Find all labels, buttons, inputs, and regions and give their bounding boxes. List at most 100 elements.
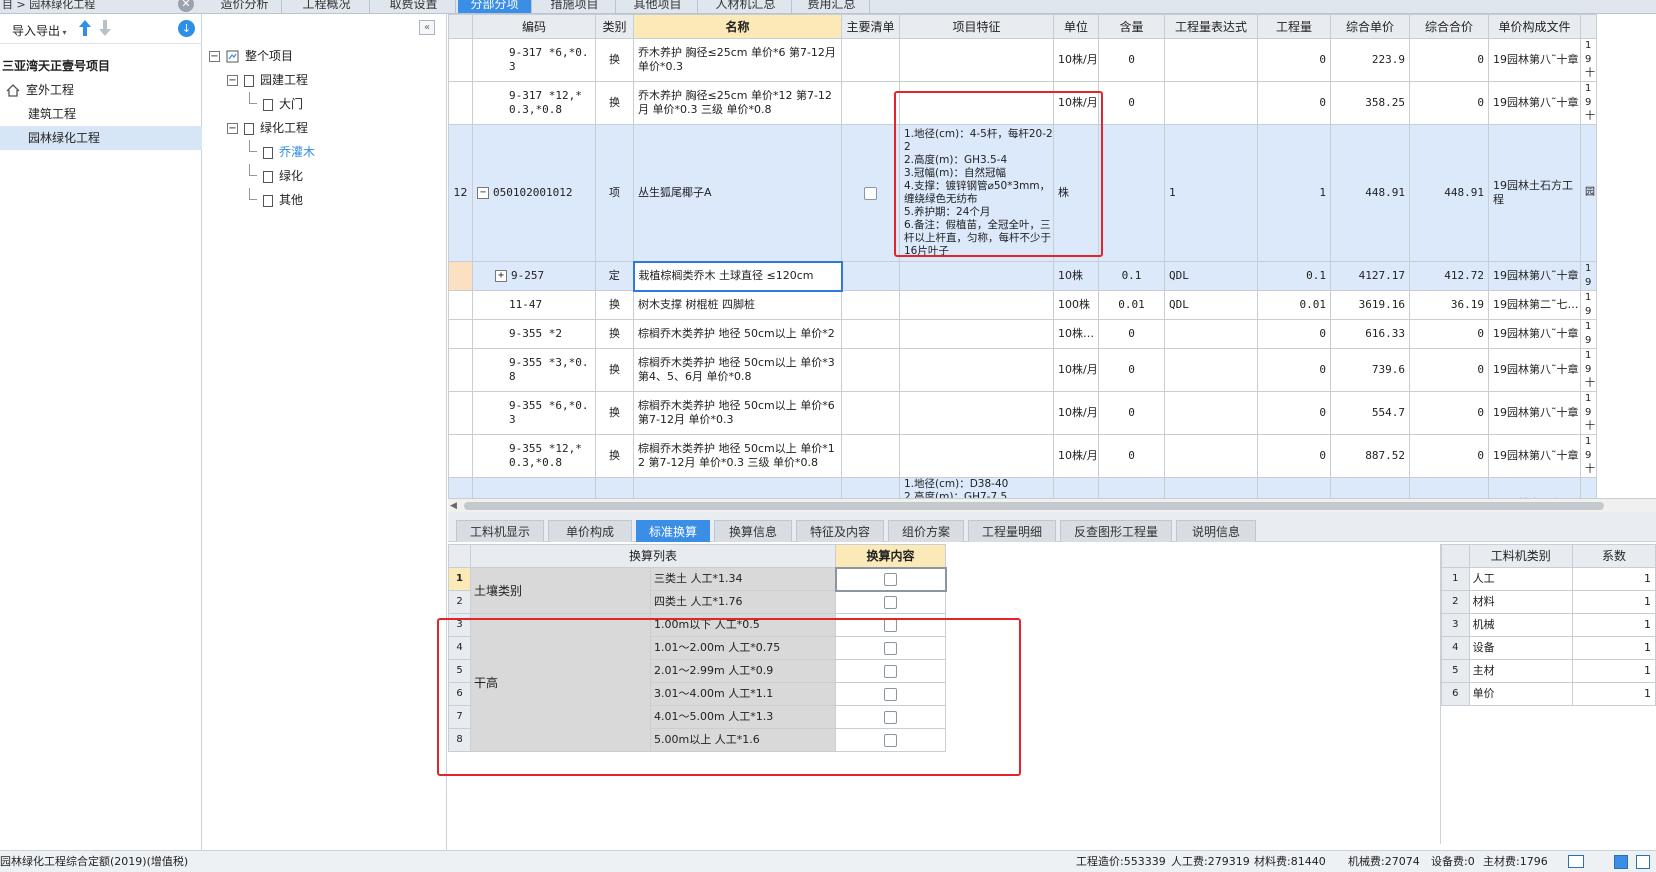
conversion-checkbox[interactable]	[884, 664, 897, 678]
download-icon[interactable]: ↓	[178, 20, 195, 37]
bottom-tab-3[interactable]: 换算信息	[714, 520, 792, 542]
content-cell[interactable]: 0.01	[1098, 290, 1165, 320]
price-file-cell[interactable]: 19园林第八˜十章	[1488, 38, 1581, 82]
bottom-tab-7[interactable]: 反查图形工程量	[1060, 520, 1172, 542]
table-row[interactable]: 9-355 *2 换棕榈乔木类养护 地径 50cm以上 单价*2 10株… 0 0 616…	[448, 319, 1597, 349]
conversion-checkbox[interactable]	[884, 687, 897, 701]
grid-header-13[interactable]	[1580, 14, 1597, 39]
main-list-cell[interactable]	[841, 124, 900, 262]
type-cell[interactable]: 项	[595, 124, 634, 262]
code-cell[interactable]: 9-355 *12,*0.3,*0.8	[472, 434, 596, 478]
feature-cell[interactable]: 1.地径(cm)：4-5杆，每杆20-22 2.高度(m)：GH3.5-4 3.…	[899, 124, 1054, 262]
window-icon[interactable]	[1614, 855, 1628, 869]
grid-header-2[interactable]: 类别	[595, 14, 634, 39]
import-export-menu[interactable]: 导入导出 ▾	[12, 22, 67, 39]
top-tab-6[interactable]: 人材机汇总	[700, 0, 792, 13]
feature-cell[interactable]	[899, 348, 1054, 392]
unit-cell[interactable]: 株	[1053, 124, 1099, 262]
feature-cell[interactable]	[899, 391, 1054, 435]
content-cell[interactable]	[1098, 477, 1165, 498]
coef-row[interactable]: 5 主材 1	[1441, 659, 1656, 683]
expression-cell[interactable]	[1164, 319, 1258, 349]
content-cell[interactable]: 0	[1098, 319, 1165, 349]
table-row[interactable]: 9-355 *6,*0.3 换棕榈乔木类养护 地径 50cm以上 单价*6 第7-…	[448, 391, 1597, 435]
coef-value-cell[interactable]: 1	[1571, 590, 1656, 614]
grid-header-11[interactable]: 综合合价	[1409, 14, 1489, 39]
coef-row[interactable]: 6 单价 1	[1441, 682, 1656, 706]
unit-cell[interactable]: 10株/月	[1053, 348, 1099, 392]
coef-value-cell[interactable]: 1	[1571, 659, 1656, 683]
conversion-checkbox[interactable]	[884, 733, 897, 747]
collapse-toggle-icon[interactable]: −	[209, 51, 220, 62]
feature-cell[interactable]	[899, 38, 1054, 82]
amount-cell[interactable]: 0.1	[1257, 261, 1331, 291]
conversion-content-cell[interactable]	[835, 613, 946, 637]
type-cell[interactable]: 换	[595, 38, 634, 82]
conversion-row[interactable]: 3 干高 1.00m以下 人工*0.5	[448, 613, 946, 752]
top-tab-3[interactable]: 分部分项	[458, 0, 532, 13]
coef-row[interactable]: 1 人工 1	[1441, 567, 1656, 591]
code-cell[interactable]: 11-47	[472, 290, 596, 320]
price-file-cell[interactable]: 19园林第八˜十章	[1488, 434, 1581, 478]
table-row[interactable]: 9-317 *12,*0.3,*0.8 换乔木养护 胸径≤25cm 单价*12 第…	[448, 81, 1597, 125]
amount-cell[interactable]: 9	[1257, 477, 1331, 498]
coef-row[interactable]: 4 设备 1	[1441, 636, 1656, 660]
amount-cell[interactable]: 0	[1257, 434, 1331, 478]
code-cell[interactable]: 9-317 *6,*0.3	[472, 38, 596, 82]
name-cell[interactable]: 狐尾椰子A+	[633, 477, 842, 498]
grid-header-10[interactable]: 综合单价	[1330, 14, 1410, 39]
code-cell[interactable]: 9-317 *12,*0.3,*0.8	[472, 81, 596, 125]
collapse-panel-button[interactable]: «	[419, 20, 435, 35]
scroll-left-icon[interactable]: ◀	[450, 501, 457, 511]
coef-value-cell[interactable]: 1	[1571, 567, 1656, 591]
horizontal-scrollbar[interactable]: ◀	[448, 498, 1656, 512]
unit-cell[interactable]: 10株/月	[1053, 81, 1099, 125]
price-file-cell[interactable]: 19园林第二˜七…	[1488, 290, 1581, 320]
main-list-cell[interactable]	[841, 477, 900, 498]
content-cell[interactable]: 0	[1098, 38, 1165, 82]
tree-node[interactable]: − 绿化工程	[209, 116, 445, 140]
bottom-tab-6[interactable]: 工程量明细	[968, 520, 1056, 542]
feature-cell[interactable]	[899, 319, 1054, 349]
content-cell[interactable]: 0	[1098, 434, 1165, 478]
expression-cell[interactable]: QDL	[1164, 261, 1258, 291]
conversion-checkbox[interactable]	[884, 595, 897, 609]
conversion-checkbox[interactable]	[884, 618, 897, 632]
bottom-tab-8[interactable]: 说明信息	[1176, 520, 1256, 542]
table-row[interactable]: 9-355 *3,*0.8 换棕榈乔木类养护 地径 50cm以上 单价*3 第4、…	[448, 348, 1597, 392]
grid-header-6[interactable]: 单位	[1053, 14, 1099, 39]
bottom-tab-4[interactable]: 特征及内容	[796, 520, 884, 542]
price-file-cell[interactable]: 19园林第八˜十章	[1488, 348, 1581, 392]
name-cell[interactable]: 棕榈乔木类养护 地径 50cm以上 单价*12 第7-12月 单价*0.3 三级…	[633, 434, 842, 478]
name-cell[interactable]: 棕榈乔木类养护 地径 50cm以上 单价*3 第4、5、6月 单价*0.8	[633, 348, 842, 392]
amount-cell[interactable]: 0	[1257, 38, 1331, 82]
bottom-tab-0[interactable]: 工料机显示	[456, 520, 544, 542]
amount-cell[interactable]: 0	[1257, 319, 1331, 349]
type-cell[interactable]: 换	[595, 81, 634, 125]
name-cell[interactable]: 棕榈乔木类养护 地径 50cm以上 单价*2	[633, 319, 842, 349]
top-tab-5[interactable]: 其他项目	[618, 0, 698, 13]
bottom-tab-1[interactable]: 单价构成	[548, 520, 632, 542]
type-cell[interactable]: 换	[595, 319, 634, 349]
code-cell[interactable]: 9-355 *2	[472, 319, 596, 349]
amount-cell[interactable]: 0	[1257, 391, 1331, 435]
coef-value-cell[interactable]: 1	[1571, 613, 1656, 637]
grid-header-9[interactable]: 工程量	[1257, 14, 1331, 39]
layout-icon[interactable]	[1568, 855, 1584, 868]
name-cell[interactable]: 棕榈乔木类养护 地径 50cm以上 单价*6 第7-12月 单价*0.3	[633, 391, 842, 435]
feature-cell[interactable]: 1.地径(cm)：D38-40 2.高度(m)：GH7-7.5 3.冠幅(m)：…	[899, 477, 1054, 498]
conversion-checkbox[interactable]	[884, 641, 897, 655]
grid-header-1[interactable]: 编码	[472, 14, 596, 39]
main-list-cell[interactable]	[841, 319, 900, 349]
tree-node[interactable]: − 园建工程	[209, 68, 445, 92]
conversion-content-cell[interactable]	[835, 590, 946, 614]
conversion-checkbox[interactable]	[884, 572, 897, 586]
conversion-content-cell[interactable]	[835, 705, 946, 729]
table-row[interactable]: +9-257 定栽植棕榈类乔木 土球直径 ≤120cm 10株 0.1 QDL 0.1 41…	[448, 260, 1597, 292]
type-cell[interactable]: 换	[595, 391, 634, 435]
conversion-content-cell[interactable]	[835, 682, 946, 706]
expression-cell[interactable]	[1164, 434, 1258, 478]
grid-header-7[interactable]: 含量	[1098, 14, 1165, 39]
feature-cell[interactable]	[899, 81, 1054, 125]
type-cell[interactable]: 换	[595, 434, 634, 478]
